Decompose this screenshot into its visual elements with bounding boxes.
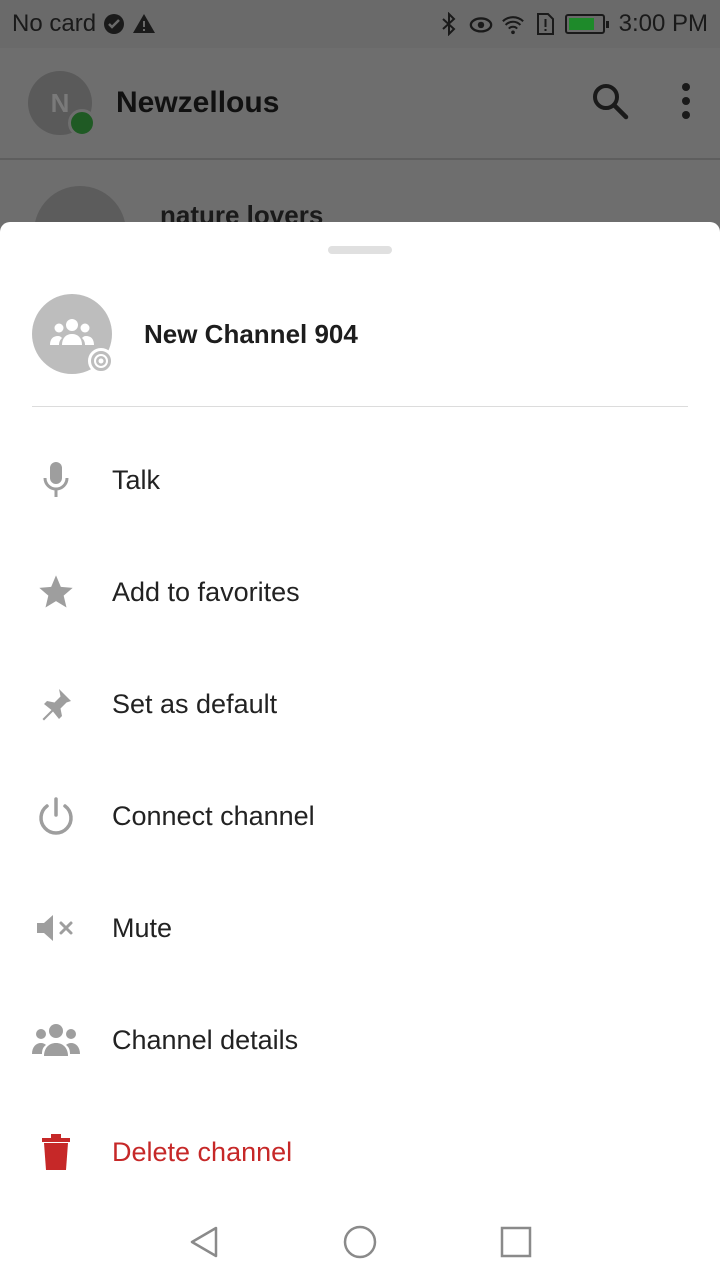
- menu-item-label: Channel details: [112, 1024, 299, 1055]
- power-icon: [32, 792, 80, 840]
- channel-avatar: [32, 294, 114, 374]
- divider: [32, 406, 688, 407]
- drag-handle[interactable]: [328, 246, 392, 254]
- presence-indicator: [68, 109, 96, 137]
- search-icon[interactable]: [590, 81, 630, 126]
- sheet-header: New Channel 904: [32, 294, 358, 374]
- home-icon[interactable]: [342, 1224, 378, 1265]
- menu-item-label: Connect channel: [112, 800, 315, 831]
- menu-item-delete-channel[interactable]: Delete channel: [0, 1096, 720, 1208]
- sim-alert-icon: [533, 12, 557, 36]
- menu-item-set-as-default[interactable]: Set as default: [0, 648, 720, 760]
- app-title: Newzellous: [116, 86, 280, 119]
- user-avatar[interactable]: N: [28, 71, 96, 137]
- check-circle-icon: [102, 12, 126, 36]
- back-icon[interactable]: [186, 1224, 222, 1265]
- app-bar: N Newzellous: [0, 48, 720, 160]
- carrier-label: No card: [12, 10, 97, 37]
- avatar-initial: N: [50, 87, 70, 118]
- channel-status-icon: [88, 348, 114, 374]
- group-icon: [32, 1016, 80, 1064]
- more-options-icon[interactable]: [680, 81, 692, 126]
- menu-item-talk[interactable]: Talk: [0, 424, 720, 536]
- menu-item-label: Add to favorites: [112, 576, 300, 607]
- pin-icon: [32, 680, 80, 728]
- bluetooth-icon: [437, 12, 461, 36]
- menu-item-label: Talk: [112, 464, 161, 495]
- channel-menu: Talk Add to favorites Set as default Con…: [0, 424, 720, 1208]
- bottom-sheet: New Channel 904 Talk Add to favorites Se…: [0, 222, 720, 1280]
- menu-item-label: Mute: [112, 912, 173, 943]
- volume-mute-icon: [32, 904, 80, 952]
- menu-item-mute[interactable]: Mute: [0, 872, 720, 984]
- recents-icon[interactable]: [498, 1224, 534, 1265]
- eye-icon: [469, 12, 493, 36]
- menu-item-add-to-favorites[interactable]: Add to favorites: [0, 536, 720, 648]
- clock: 3:00 PM: [618, 10, 708, 37]
- wifi-icon: [501, 12, 525, 36]
- menu-item-label: Set as default: [112, 688, 278, 719]
- star-icon: [32, 568, 80, 616]
- microphone-icon: [32, 456, 80, 504]
- warning-icon: [132, 12, 156, 36]
- channel-name: New Channel 904: [144, 318, 358, 349]
- menu-item-connect-channel[interactable]: Connect channel: [0, 760, 720, 872]
- menu-item-channel-details[interactable]: Channel details: [0, 984, 720, 1096]
- menu-item-label: Delete channel: [112, 1136, 293, 1167]
- group-icon: [50, 317, 94, 352]
- status-bar: No card 3:00 PM: [0, 0, 720, 48]
- trash-icon: [32, 1128, 80, 1176]
- battery-icon: [564, 14, 609, 34]
- navigation-bar: [0, 1208, 720, 1280]
